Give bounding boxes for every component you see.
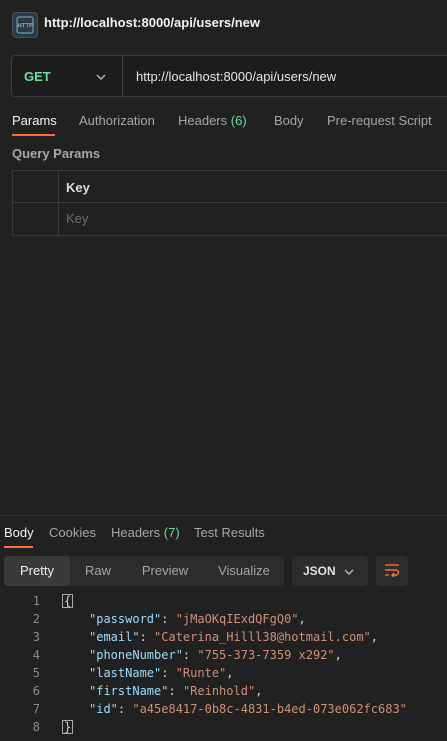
json-comma: , [226,666,234,680]
json-comma: , [370,630,379,644]
code-line: { [62,594,74,608]
divider [122,56,123,96]
code-line: "phoneNumber": "755-373-7359 x292", [89,648,342,662]
tab-authorization[interactable]: Authorization [79,113,155,128]
svg-text:HTTP: HTTP [17,23,33,30]
json-key: "password" [89,612,162,626]
code-line: "lastName": "Runte", [89,666,234,680]
json-brace: } [62,720,74,734]
json-value: "Caterina_Hilll38@hotmail.com" [154,630,371,644]
url-input[interactable]: http://localhost:8000/api/users/new [136,69,336,84]
wrap-lines-icon [384,563,400,580]
wrap-lines-button[interactable] [376,556,408,586]
tab-pre-request-script[interactable]: Pre-request Script [327,113,432,128]
json-brace: { [62,594,74,608]
json-key: "email" [89,630,140,644]
http-request-icon: HTTP [12,12,38,38]
response-tab-headers-label: Headers [111,525,161,540]
active-tab-indicator [12,134,55,136]
json-comma: , [298,612,306,626]
format-label: JSON [303,564,336,578]
key-column-header: Key [66,180,90,195]
response-tab-headers-count: (7) [163,525,180,540]
json-key: "firstName" [89,684,169,698]
line-number: 1 [32,594,40,608]
request-bar: GET http://localhost:8000/api/users/new [11,55,447,97]
code-line: } [62,720,74,734]
view-visualize-button[interactable]: Visualize [204,556,284,586]
line-number: 3 [32,630,40,644]
json-comma: , [255,684,263,698]
pane-divider[interactable] [0,515,447,516]
query-params-title: Query Params [12,146,101,161]
response-tab-body[interactable]: Body [4,525,34,540]
response-tab-test-results[interactable]: Test Results [194,525,265,540]
line-number: 6 [32,684,40,698]
json-value: "Runte" [175,666,227,680]
view-pretty-button[interactable]: Pretty [4,556,70,586]
tab-headers-count: (6) [230,113,247,128]
chevron-down-icon[interactable] [96,70,106,85]
method-select[interactable]: GET [24,69,51,84]
response-body-viewer[interactable]: 1 { 2 "password": "jMaOKqIExdQFgQ0", 3 "… [0,594,447,738]
view-mode-group: Pretty Raw Preview Visualize [4,556,284,586]
divider [13,202,447,203]
json-key: "lastName" [89,666,162,680]
tab-params[interactable]: Params [12,113,57,128]
line-number: 7 [32,702,40,716]
chevron-down-icon [344,565,354,580]
tab-headers[interactable]: Headers (6) [178,113,247,128]
json-value: "Reinhold" [182,684,256,698]
view-preview-button[interactable]: Preview [126,556,204,586]
key-input[interactable]: Key [66,211,88,226]
json-key: "id" [89,702,118,716]
tab-body[interactable]: Body [274,113,304,128]
line-number: 5 [32,666,40,680]
tab-headers-label: Headers [178,113,228,128]
view-raw-button[interactable]: Raw [70,556,126,586]
code-line: "email": "Caterina_Hilll38@hotmail.com", [89,630,379,644]
active-tab-indicator [4,546,33,548]
line-number: 2 [32,612,40,626]
line-number: 8 [32,720,40,734]
response-tab-cookies[interactable]: Cookies [49,525,96,540]
json-key: "phoneNumber" [89,648,183,662]
json-comma: , [334,648,342,662]
json-value: "a45e8417-0b8c-4831-b4ed-073e062fc683" [132,702,407,716]
json-value: "755-373-7359 x292" [197,648,335,662]
query-params-table: Key Key [12,170,447,236]
code-line: "password": "jMaOKqIExdQFgQ0", [89,612,306,626]
request-title[interactable]: http://localhost:8000/api/users/new [44,15,260,30]
json-value: "jMaOKqIExdQFgQ0" [175,612,299,626]
line-number: 4 [32,648,40,662]
response-tab-headers[interactable]: Headers (7) [111,525,180,540]
divider [58,171,59,235]
format-select[interactable]: JSON [292,556,368,586]
code-line: "firstName": "Reinhold", [89,684,263,698]
code-line: "id": "a45e8417-0b8c-4831-b4ed-073e062fc… [89,702,407,716]
